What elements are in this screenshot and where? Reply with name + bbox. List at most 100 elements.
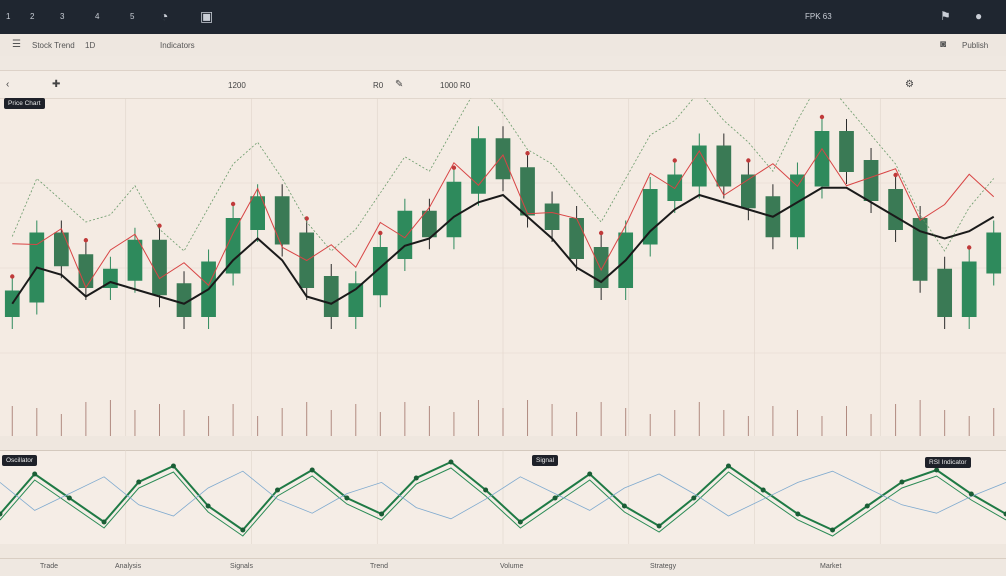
price-chart-tag: Price Chart (4, 98, 45, 109)
oscillator-point (414, 476, 419, 481)
candle-body (324, 276, 339, 317)
oscillator-point (310, 468, 315, 473)
oscillator-point (448, 460, 453, 465)
bottom-tab[interactable]: Strategy (650, 563, 676, 570)
candle-body (937, 269, 952, 317)
oscillator-point (969, 492, 974, 497)
candle-body (54, 233, 69, 267)
candle-body (447, 182, 462, 238)
oscillator-point (240, 528, 245, 533)
candle-body (520, 167, 535, 215)
menu-item[interactable]: 3 (60, 12, 64, 21)
oscillator-point (587, 472, 592, 477)
candle-body (275, 196, 290, 244)
candle-body (815, 131, 830, 187)
oscillator-point (483, 488, 488, 493)
oscillator-point (32, 472, 37, 477)
oscillator-point (553, 496, 558, 501)
candle-body (888, 189, 903, 230)
bottom-tab[interactable]: Market (820, 563, 841, 570)
signal-marker (157, 224, 161, 228)
signal-marker (84, 238, 88, 242)
top-bar: 1 2 3 4 5 ◔ ▣ FPK 63 ⚑ ● (0, 0, 1006, 34)
symbol-search[interactable]: Stock Trend (32, 41, 75, 50)
publish-button[interactable]: Publish (962, 41, 988, 50)
signal-marker (231, 202, 235, 206)
chart-icon[interactable]: ▣ (200, 8, 213, 25)
signal-marker (893, 173, 897, 177)
crosshair-icon[interactable]: ✚ (52, 79, 60, 90)
oscillator-point (67, 496, 72, 501)
oscillator-point (275, 488, 280, 493)
oscillator-point (657, 524, 662, 529)
menu-item[interactable]: 5 (130, 12, 134, 21)
signal-marker (967, 245, 971, 249)
oscillator-point (691, 496, 696, 501)
menu-item[interactable]: 4 (95, 12, 99, 21)
sub-toolbar (0, 56, 1006, 71)
signal-marker (746, 158, 750, 162)
candle-body (569, 218, 584, 259)
oscillator-point (726, 464, 731, 469)
oscillator-point (934, 468, 939, 473)
interval-selector[interactable]: 1D (85, 41, 95, 50)
oscillator-point (206, 504, 211, 509)
arrow-left-icon[interactable]: ‹ (6, 79, 9, 90)
bottom-bar: Trade Analysis Signals Trend Volume Stra… (0, 558, 1006, 576)
oscillator-point (379, 512, 384, 517)
oscillator-point (830, 528, 835, 533)
bottom-tab[interactable]: Volume (500, 563, 523, 570)
oscillator-point (622, 504, 627, 509)
oscillator-point (518, 520, 523, 525)
candle-body (839, 131, 854, 172)
camera-icon[interactable]: ◙ (940, 39, 946, 50)
oscillator-tag-left: Oscillator (2, 455, 37, 466)
oscillator-tag-mid: Signal (532, 455, 558, 466)
oscillator-point (136, 480, 141, 485)
quote-value: 1200 (228, 81, 246, 90)
oscillator-point (102, 520, 107, 525)
candle-body (152, 240, 167, 296)
candle-body (128, 240, 143, 281)
signal-marker (10, 274, 14, 278)
gauge-icon[interactable]: ◔ (160, 8, 168, 24)
signal-marker (820, 115, 824, 119)
candle-body (716, 146, 731, 187)
bottom-tab[interactable]: Trade (40, 563, 58, 570)
oscillator-tag-right: RSI Indicator (925, 457, 971, 468)
bottom-tab[interactable]: Analysis (115, 563, 141, 570)
signal-marker (378, 231, 382, 235)
indicators-button[interactable]: Indicators (160, 41, 195, 50)
signal-marker (525, 151, 529, 155)
oscillator-point (795, 512, 800, 517)
oscillator-point (899, 480, 904, 485)
oscillator-date-axis (0, 544, 1006, 558)
signal-marker (599, 231, 603, 235)
toolbar: ☰ Stock Trend 1D Indicators ◙ Publish (0, 34, 1006, 57)
bell-icon[interactable]: ⚑ (940, 9, 951, 23)
user-icon[interactable]: ● (975, 9, 982, 23)
menu-item[interactable]: 2 (30, 12, 34, 21)
date-axis (0, 436, 1006, 450)
price-chart[interactable] (0, 98, 1006, 438)
quote-mid-value: R0 (373, 81, 383, 90)
candle-body (79, 254, 94, 288)
candle-body (864, 160, 879, 201)
quote-bar: ‹ ✚ 1200 R0 ✎ 1000 R0 ⚙ (0, 71, 1006, 99)
candle-body (545, 204, 560, 231)
oscillator-chart[interactable] (0, 450, 1006, 545)
bottom-tab[interactable]: Trend (370, 563, 388, 570)
menu-icon[interactable]: ☰ (12, 39, 21, 50)
pen-icon[interactable]: ✎ (395, 79, 403, 90)
menu-item[interactable]: 1 (6, 12, 10, 21)
candle-body (496, 138, 511, 179)
settings-icon[interactable]: ⚙ (905, 79, 914, 90)
oscillator-point (344, 496, 349, 501)
topbar-right-label: FPK 63 (805, 12, 832, 21)
candle-body (986, 233, 1001, 274)
bottom-tab[interactable]: Signals (230, 563, 253, 570)
oscillator-point (865, 504, 870, 509)
quote-right-value: 1000 R0 (440, 81, 470, 90)
oscillator-point (761, 488, 766, 493)
candle-body (962, 262, 977, 318)
